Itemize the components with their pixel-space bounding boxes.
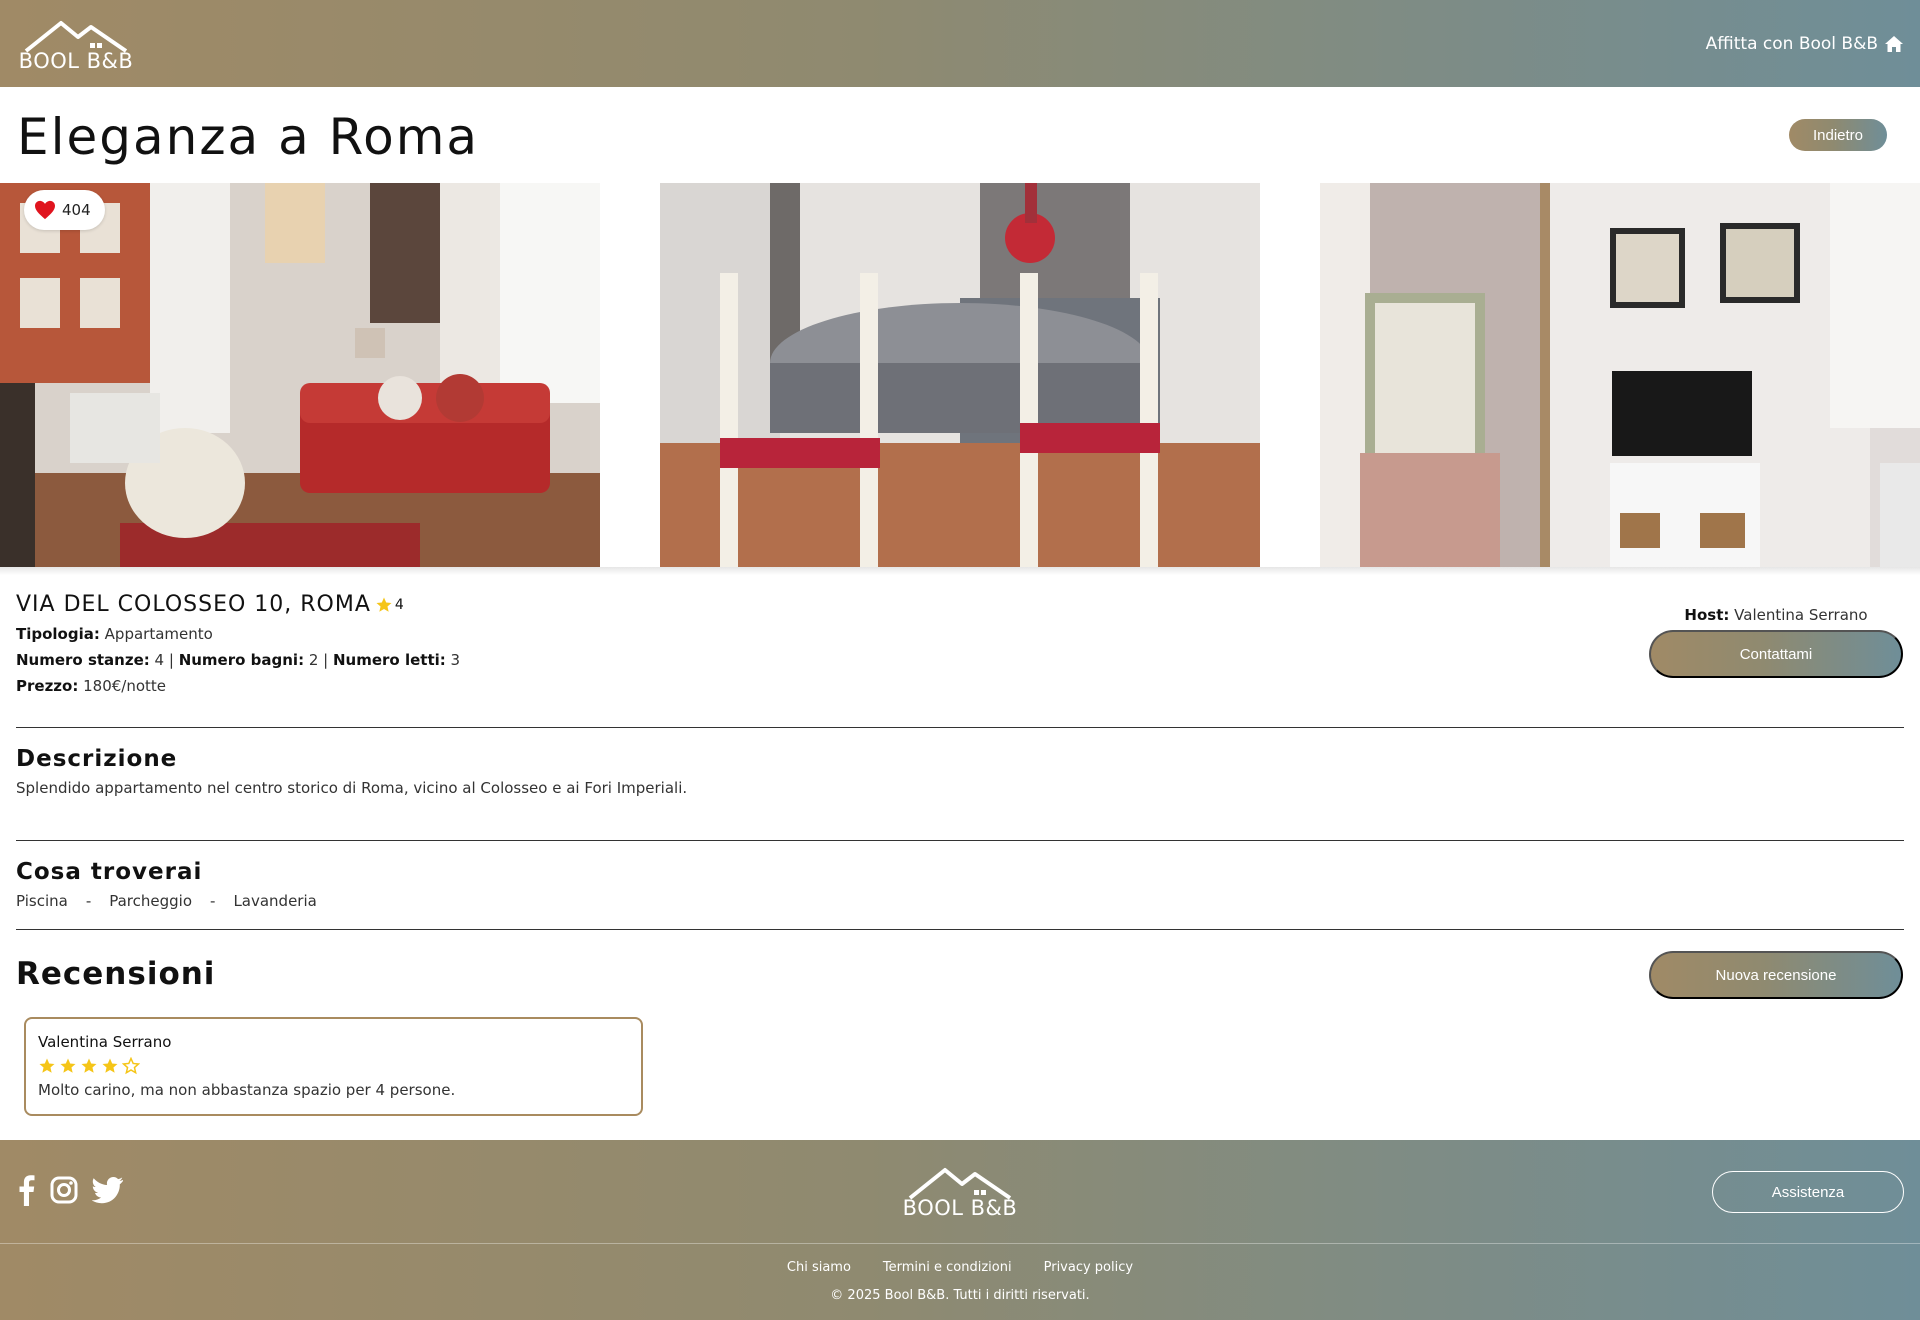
type-line: Tipologia: Appartamento bbox=[16, 625, 916, 643]
page-title: Eleganza a Roma bbox=[17, 108, 480, 166]
host-line: Host: Valentina Serrano bbox=[1649, 606, 1903, 624]
rent-with-us-link[interactable]: Affitta con Bool B&B bbox=[1706, 34, 1904, 54]
instagram-icon[interactable] bbox=[50, 1176, 78, 1204]
rating: 4 bbox=[375, 596, 405, 614]
host-label: Host: bbox=[1684, 606, 1730, 624]
address-text: VIA DEL COLOSSEO 10, ROMA bbox=[16, 592, 371, 617]
like-badge[interactable]: 404 bbox=[24, 190, 105, 230]
star-filled-icon bbox=[81, 1058, 97, 1073]
type-label: Tipologia: bbox=[16, 625, 100, 643]
price-value: 180€/notte bbox=[83, 677, 167, 695]
rating-value: 4 bbox=[394, 596, 405, 613]
footer-link-privacy[interactable]: Privacy policy bbox=[1044, 1260, 1133, 1275]
divider bbox=[16, 840, 1904, 841]
description-text: Splendido appartamento nel centro storic… bbox=[16, 779, 688, 797]
back-button[interactable]: Indietro bbox=[1789, 119, 1887, 151]
brand-logo[interactable]: BOOL B&B bbox=[16, 15, 136, 73]
amenity-separator: - bbox=[85, 892, 92, 910]
amenity-separator: - bbox=[210, 892, 216, 910]
review-card: Valentina Serrano Molto carino, ma non a… bbox=[24, 1017, 643, 1116]
amenity-item: Piscina bbox=[16, 892, 68, 910]
new-review-button[interactable]: Nuova recensione bbox=[1649, 951, 1903, 999]
social-links bbox=[16, 1174, 124, 1206]
footer-logo[interactable]: BOOL B&B bbox=[900, 1162, 1020, 1220]
divider bbox=[16, 929, 1904, 930]
house-roof-icon bbox=[24, 20, 128, 53]
amenities-list: Piscina - Parcheggio - Lavanderia bbox=[16, 892, 317, 910]
listing-info: VIA DEL COLOSSEO 10, ROMA 4 Tipologia: A… bbox=[16, 592, 916, 695]
gallery-divider bbox=[0, 567, 1920, 575]
photo-bedroom[interactable] bbox=[1320, 183, 1920, 567]
star-icon bbox=[376, 597, 392, 612]
footer-logo-text: BOOL B&B bbox=[902, 1196, 1018, 1220]
heart-icon bbox=[35, 200, 55, 220]
review-author: Valentina Serrano bbox=[38, 1033, 172, 1051]
facebook-icon[interactable] bbox=[16, 1174, 36, 1206]
beds-value: 3 bbox=[450, 651, 461, 669]
footer-links: Chi siamo Termini e condizioni Privacy p… bbox=[0, 1260, 1920, 1275]
star-filled-icon bbox=[60, 1058, 76, 1073]
rooms-line: Numero stanze: 4 | Numero bagni: 2 | Num… bbox=[16, 651, 461, 669]
amenity-item: Lavanderia bbox=[233, 892, 317, 910]
review-stars bbox=[38, 1057, 629, 1075]
rooms-label: Numero stanze: bbox=[16, 651, 150, 669]
beds-label: Numero letti: bbox=[333, 651, 446, 669]
footer-link-terms[interactable]: Termini e condizioni bbox=[883, 1260, 1012, 1275]
title-row: Eleganza a Roma Indietro bbox=[17, 108, 1887, 168]
price-line: Prezzo: 180€/notte bbox=[16, 677, 916, 695]
home-icon bbox=[1885, 35, 1903, 52]
star-filled-icon bbox=[39, 1058, 55, 1073]
type-value: Appartamento bbox=[104, 625, 213, 643]
footer-divider bbox=[0, 1243, 1920, 1244]
review-text: Molto carino, ma non abbastanza spazio p… bbox=[38, 1081, 456, 1099]
divider bbox=[16, 727, 1904, 728]
photo-dining-area[interactable] bbox=[660, 183, 1260, 567]
like-count: 404 bbox=[62, 201, 91, 219]
contact-button[interactable]: Contattami bbox=[1649, 630, 1903, 678]
house-roof-icon bbox=[908, 1168, 1012, 1200]
rent-link-label: Affitta con Bool B&B bbox=[1705, 33, 1878, 54]
address-heading: VIA DEL COLOSSEO 10, ROMA 4 bbox=[16, 592, 916, 617]
footer-link-about[interactable]: Chi siamo bbox=[787, 1260, 851, 1275]
logo-text: BOOL B&B bbox=[18, 48, 134, 73]
footer: BOOL B&B Assistenza Chi siamo Termini e … bbox=[0, 1140, 1920, 1320]
price-label: Prezzo: bbox=[16, 677, 79, 695]
reviews-title: Recensioni bbox=[16, 956, 216, 992]
star-filled-icon bbox=[102, 1058, 118, 1073]
star-empty-icon bbox=[122, 1057, 140, 1075]
host-name: Valentina Serrano bbox=[1734, 606, 1868, 624]
rooms-value: 4 bbox=[154, 651, 165, 669]
amenity-item: Parcheggio bbox=[109, 892, 193, 910]
description-title: Descrizione bbox=[16, 746, 178, 772]
host-box: Host: Valentina Serrano Contattami bbox=[1649, 606, 1903, 678]
baths-label: Numero bagni: bbox=[178, 651, 305, 669]
assistance-button[interactable]: Assistenza bbox=[1712, 1171, 1904, 1213]
photo-gallery: 404 bbox=[0, 183, 1920, 567]
top-navbar: BOOL B&B Affitta con Bool B&B bbox=[0, 0, 1920, 87]
amenities-title: Cosa troverai bbox=[16, 859, 203, 885]
baths-value: 2 bbox=[308, 651, 319, 669]
photo-living-room[interactable] bbox=[0, 183, 600, 567]
twitter-icon[interactable] bbox=[92, 1176, 124, 1204]
copyright: © 2025 Bool B&B. Tutti i diritti riserva… bbox=[830, 1288, 1090, 1303]
